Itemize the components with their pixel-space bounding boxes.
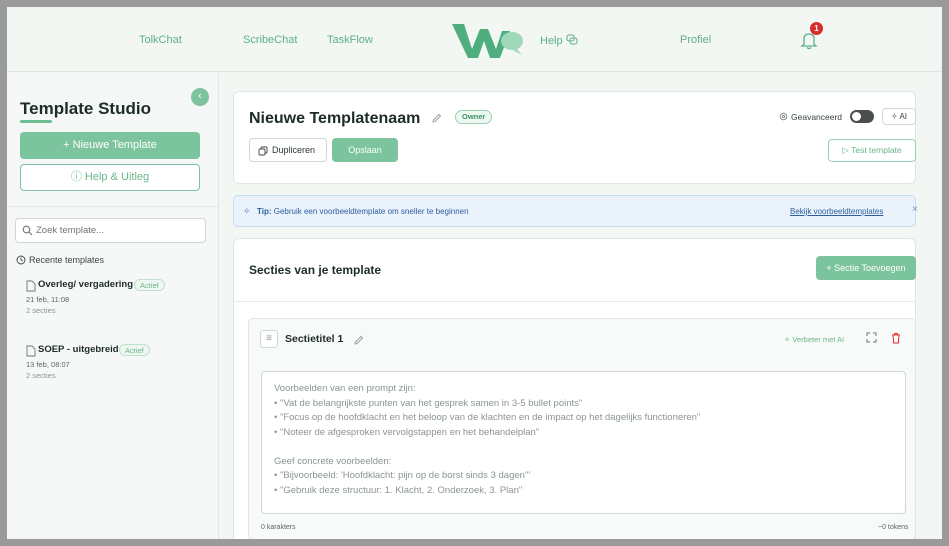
notification-badge: 1 (810, 22, 823, 35)
advanced-toggle[interactable] (850, 110, 874, 123)
test-template-button[interactable]: ▷ Test template (828, 139, 916, 162)
duplicate-button-label: Dupliceren (272, 145, 316, 155)
placeholder-line: • "Vat de belangrijkste punten van het g… (274, 397, 583, 409)
close-icon[interactable]: × (912, 204, 918, 215)
placeholder-line: • "Gebruik deze structuur: 1. Klacht, 2.… (274, 484, 523, 496)
sidebar: Template Studio ‹ + Nieuwe Template ⓘ He… (7, 73, 219, 539)
search-input[interactable] (15, 218, 206, 243)
question-circle-icon: ⓘ (70, 171, 82, 183)
sections-title: Secties van je template (249, 263, 382, 277)
collapse-sidebar-button[interactable]: ‹ (191, 88, 209, 106)
template-section-count: 2 secties (26, 371, 56, 380)
placeholder-line: • "Bijvoorbeeld: 'Hoofdklacht: pijn op d… (274, 470, 531, 481)
help-button[interactable]: ⓘ Help & Uitleg (20, 164, 200, 191)
sparkle-icon: ✧ (784, 335, 791, 344)
trash-icon[interactable] (891, 332, 901, 344)
status-badge: Actief (119, 344, 150, 356)
save-button[interactable]: Opslaan (332, 138, 398, 162)
settings-icon (779, 112, 788, 121)
template-date: 21 feb, 11:08 (26, 295, 70, 304)
tip-text: Tip: Gebruik een voorbeeldtemplate om sn… (257, 207, 469, 216)
document-icon (26, 345, 36, 357)
top-navigation: TolkChat ScribeChat TaskFlow Help Profie… (7, 7, 942, 72)
placeholder-line: • "Focus op de hoofdklacht en het beloop… (274, 412, 701, 423)
template-section-count: 2 secties (26, 306, 56, 315)
copy-icon (258, 146, 268, 156)
ai-button-label: AI (899, 112, 908, 121)
recent-templates-label: Recente templates (29, 255, 105, 265)
ai-button[interactable]: ✧ AI (882, 108, 916, 125)
new-template-button[interactable]: + Nieuwe Template (20, 132, 200, 159)
placeholder-line: • "Noteer de afgesproken vervolgstappen … (274, 426, 540, 438)
search-icon (22, 225, 33, 236)
placeholder-line (274, 440, 893, 455)
app-window: TolkChat ScribeChat TaskFlow Help Profie… (7, 7, 942, 539)
chat-help-icon (566, 34, 578, 45)
status-badge: Actief (134, 279, 165, 291)
template-list-item[interactable]: SOEP - uitgebreid Actief 13 feb, 08:07 2… (7, 343, 219, 393)
app-logo[interactable] (450, 21, 526, 61)
template-list-item[interactable]: Overleg/ vergadering Actief 21 feb, 11:0… (7, 278, 219, 328)
placeholder-line: Geef concrete voorbeelden: (274, 455, 392, 467)
template-date: 13 feb, 08:07 (26, 360, 70, 369)
nav-link-taskflow[interactable]: TaskFlow (327, 34, 373, 46)
sidebar-title: Template Studio (20, 99, 151, 118)
nav-link-help[interactable]: Help (540, 34, 578, 47)
placeholder-line: Voorbeelden van een prompt zijn: (274, 383, 416, 394)
expand-icon[interactable] (866, 332, 877, 343)
nav-link-profiel[interactable]: Profiel (680, 34, 711, 46)
duplicate-button[interactable]: Dupliceren (249, 138, 327, 162)
sparkle-icon: ✧ (243, 206, 251, 216)
template-name: Overleg/ vergadering (38, 279, 134, 290)
document-icon (26, 280, 36, 292)
test-template-label: Test template (851, 145, 902, 155)
pencil-icon[interactable] (431, 113, 442, 124)
pencil-icon[interactable] (353, 335, 364, 346)
character-count: 0 karakters (261, 524, 296, 531)
tip-message: Gebruik een voorbeeldtemplate om sneller… (273, 207, 469, 216)
nav-help-label: Help (540, 35, 563, 47)
template-title[interactable]: Nieuwe Templatenaam (249, 110, 420, 128)
tip-label: Tip: (257, 207, 272, 216)
sections-divider (233, 301, 916, 302)
template-name: SOEP - uitgebreid (38, 344, 119, 355)
sparkle-icon: ✧ (890, 112, 898, 121)
nav-link-tolkchat[interactable]: TolkChat (139, 34, 182, 46)
section-prompt-textarea[interactable]: Voorbeelden van een prompt zijn: • "Vat … (261, 371, 906, 514)
improve-with-ai-button[interactable]: ✧ Verbeter met AI (784, 335, 844, 344)
owner-badge: Owner (455, 110, 493, 124)
add-section-button[interactable]: + Sectie Toevoegen (816, 256, 916, 280)
advanced-label: Geavanceerd (791, 112, 843, 122)
chevron-left-icon: ‹ (198, 90, 202, 102)
improve-with-ai-label: Verbeter met AI (792, 335, 845, 344)
nav-link-scribechat[interactable]: ScribeChat (243, 34, 297, 46)
view-examples-link[interactable]: Bekijk voorbeeldtemplates (790, 207, 883, 216)
title-underline (20, 120, 52, 123)
sidebar-divider (7, 206, 219, 207)
drag-handle-icon[interactable]: ≡ (260, 330, 278, 348)
section-title[interactable]: Sectietitel 1 (285, 333, 343, 345)
clock-icon (16, 255, 26, 265)
play-icon: ▷ (842, 145, 849, 155)
help-button-label: Help & Uitleg (84, 171, 150, 183)
token-count: ~0 tokens (878, 524, 909, 531)
